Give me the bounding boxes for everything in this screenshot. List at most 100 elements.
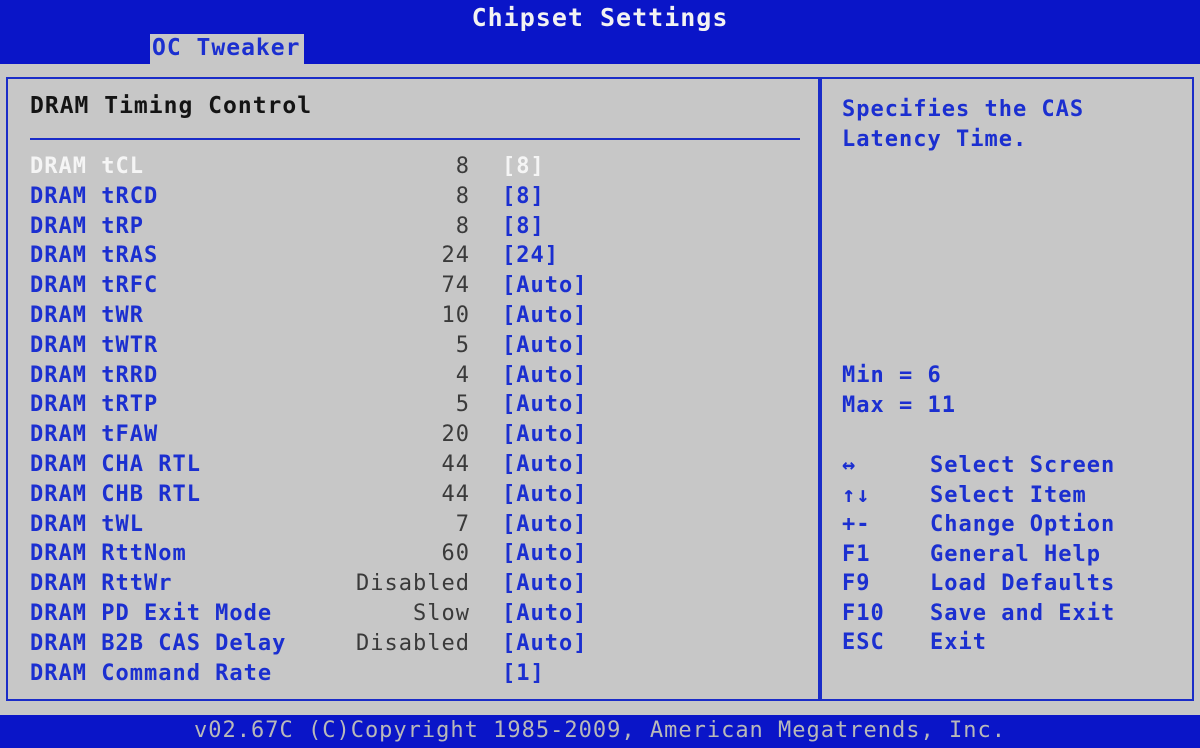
setting-row[interactable]: DRAM tCL 8 [8] — [8, 152, 818, 182]
key-legend-item: F9 Load Defaults — [842, 569, 1182, 599]
key-legend-item: ESC Exit — [842, 628, 1182, 658]
setting-row[interactable]: DRAM B2B CAS Delay Disabled [Auto] — [8, 629, 818, 659]
setting-label: DRAM CHA RTL — [30, 451, 201, 477]
current-value: 20 — [441, 422, 470, 448]
current-value: 24 — [441, 243, 470, 269]
key-action: Select Item — [930, 482, 1087, 508]
setting-label: DRAM tWR — [30, 302, 144, 328]
current-value: 44 — [441, 481, 470, 507]
key-action: Load Defaults — [930, 571, 1116, 596]
setting-option[interactable]: [Auto] — [502, 629, 587, 659]
window-title: Chipset Settings — [0, 0, 1200, 34]
setting-row[interactable]: DRAM RttWr Disabled [Auto] — [8, 569, 818, 599]
key-label: F1 — [842, 541, 871, 567]
setting-row[interactable]: DRAM tRTP 5 [Auto] — [8, 390, 818, 420]
setting-option[interactable]: [Auto] — [502, 569, 587, 599]
setting-label: DRAM RttNom — [30, 541, 187, 567]
setting-row[interactable]: DRAM tWR 10 [Auto] — [8, 301, 818, 331]
setting-label: DRAM B2B CAS Delay — [30, 630, 287, 656]
key-legend-item: ↑↓ Select Item — [842, 481, 1182, 511]
key-legend-item: +- Change Option — [842, 510, 1182, 540]
setting-option[interactable]: [Auto] — [502, 420, 587, 450]
setting-label: DRAM RttWr — [30, 571, 173, 597]
setting-label: DRAM Command Rate — [30, 660, 273, 686]
setting-option[interactable]: [Auto] — [502, 480, 587, 510]
setting-option[interactable]: [Auto] — [502, 361, 587, 391]
setting-label: DRAM tWL — [30, 511, 144, 537]
setting-option[interactable]: [24] — [502, 241, 559, 271]
current-value: Slow — [413, 600, 470, 626]
range-max: Max = 11 — [842, 393, 956, 418]
setting-option[interactable]: [Auto] — [502, 301, 587, 331]
setting-label: DRAM PD Exit Mode — [30, 600, 273, 626]
current-value: 44 — [441, 451, 470, 477]
key-action: Change Option — [930, 512, 1116, 537]
key-action: Exit — [930, 630, 987, 655]
key-action: Save and Exit — [930, 600, 1116, 626]
setting-option[interactable]: [Auto] — [502, 271, 587, 301]
setting-label: DRAM tRRD — [30, 362, 159, 388]
setting-option[interactable]: [Auto] — [502, 510, 587, 540]
setting-label: DRAM tRTP — [30, 392, 159, 418]
setting-row[interactable]: DRAM CHB RTL 44 [Auto] — [8, 480, 818, 510]
setting-label: DRAM tRFC — [30, 273, 159, 299]
setting-label: DRAM tWTR — [30, 332, 159, 358]
setting-row[interactable]: DRAM tRRD 4 [Auto] — [8, 361, 818, 391]
current-value: 8 — [455, 213, 470, 239]
key-label: ↔ — [842, 453, 857, 478]
setting-option[interactable]: [Auto] — [502, 450, 587, 480]
key-action: Select Screen — [930, 453, 1116, 478]
setting-option[interactable]: [Auto] — [502, 599, 587, 629]
key-legend-item: ↔ Select Screen — [842, 451, 1182, 481]
current-value: 7 — [455, 511, 470, 537]
setting-row[interactable]: DRAM CHA RTL 44 [Auto] — [8, 450, 818, 480]
setting-option[interactable]: [1] — [502, 659, 545, 689]
setting-row[interactable]: DRAM tRP 8 [8] — [8, 212, 818, 242]
setting-row[interactable]: DRAM tWTR 5 [Auto] — [8, 331, 818, 361]
key-label: ESC — [842, 630, 885, 655]
current-value: 60 — [441, 541, 470, 567]
setting-label: DRAM tRP — [30, 213, 144, 239]
current-value: 8 — [455, 154, 470, 179]
current-value: 74 — [441, 273, 470, 299]
copyright-footer: v02.67C (C)Copyright 1985-2009, American… — [0, 715, 1200, 748]
section-title: DRAM Timing Control — [30, 93, 313, 119]
setting-row[interactable]: DRAM tFAW 20 [Auto] — [8, 420, 818, 450]
setting-row[interactable]: DRAM tRAS 24 [24] — [8, 241, 818, 271]
help-description: Specifies the CAS Latency Time. — [842, 97, 1085, 152]
key-legend-item: F10 Save and Exit — [842, 599, 1182, 629]
settings-list: DRAM tCL 8 [8] DRAM tRCD 8 [8] DRAM tRP 8 [8] DRA… — [8, 152, 818, 688]
setting-option[interactable]: [Auto] — [502, 331, 587, 361]
key-label: +- — [842, 512, 871, 537]
setting-option[interactable]: [8] — [502, 212, 545, 242]
setting-row[interactable]: DRAM tRFC 74 [Auto] — [8, 271, 818, 301]
setting-label: DRAM CHB RTL — [30, 481, 201, 507]
setting-label: DRAM tRCD — [30, 183, 159, 209]
key-legend: ↔ Select Screen ↑↓ Select Item +- Change Opti… — [842, 451, 1182, 658]
section-divider — [30, 138, 800, 140]
setting-option[interactable]: [8] — [502, 182, 545, 212]
current-value: 10 — [441, 302, 470, 328]
current-value: 5 — [455, 332, 470, 358]
setting-option[interactable]: [Auto] — [502, 390, 587, 420]
current-value: Disabled — [356, 571, 470, 597]
setting-option[interactable]: [Auto] — [502, 539, 587, 569]
current-value: Disabled — [356, 630, 470, 656]
setting-row[interactable]: DRAM RttNom 60 [Auto] — [8, 539, 818, 569]
setting-row[interactable]: DRAM tRCD 8 [8] — [8, 182, 818, 212]
tab-oc-tweaker[interactable]: OC Tweaker — [150, 34, 305, 64]
setting-label: DRAM tFAW — [30, 422, 159, 448]
tab-strip: OC Tweaker — [0, 34, 1200, 64]
setting-row[interactable]: DRAM Command Rate [1] — [8, 659, 818, 689]
key-label: F10 — [842, 600, 885, 626]
current-value: 8 — [455, 183, 470, 209]
range-min: Min = 6 — [842, 363, 942, 388]
setting-label: DRAM tCL — [30, 154, 144, 179]
setting-row[interactable]: DRAM PD Exit Mode Slow [Auto] — [8, 599, 818, 629]
setting-row[interactable]: DRAM tWL 7 [Auto] — [8, 510, 818, 540]
help-panel: Specifies the CAS Latency Time. Min = 6 … — [820, 77, 1194, 701]
settings-panel: DRAM Timing Control DRAM tCL 8 [8] DRAM tRC… — [6, 77, 820, 701]
setting-option[interactable]: [8] — [502, 152, 545, 182]
setting-label: DRAM tRAS — [30, 243, 159, 269]
key-label: F9 — [842, 571, 871, 596]
